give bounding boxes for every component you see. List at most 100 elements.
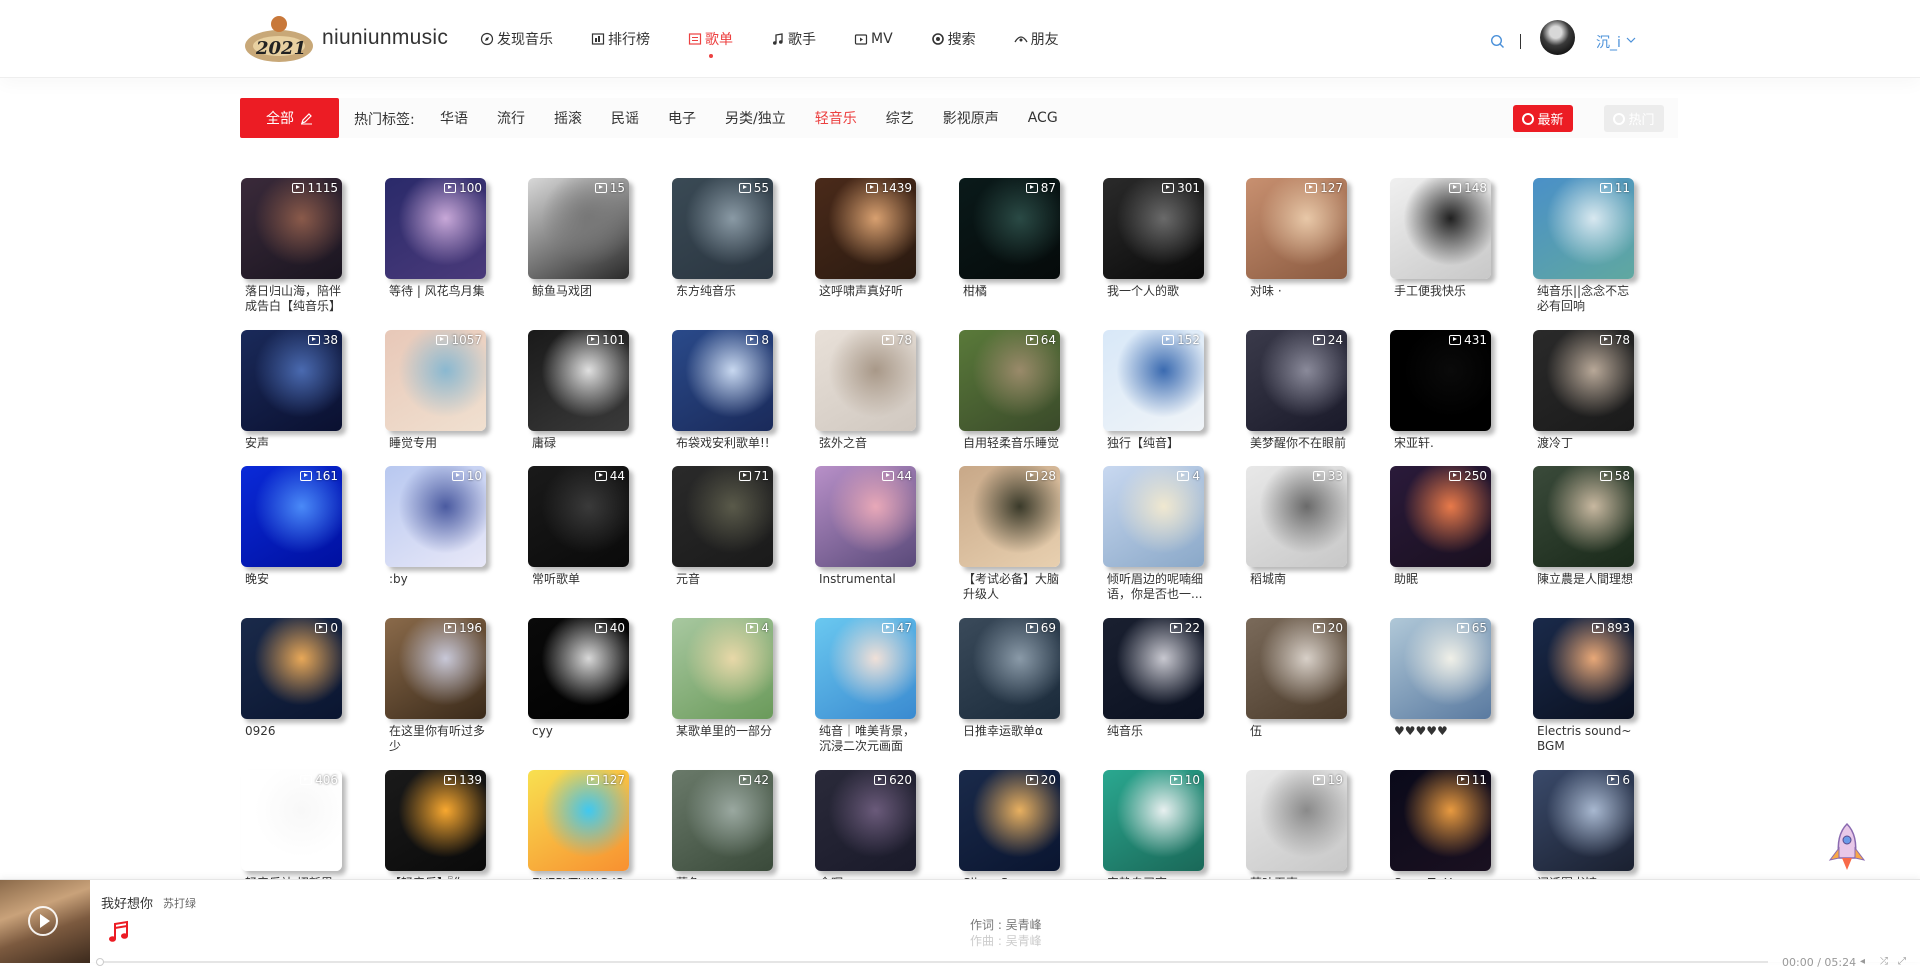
playlist-title[interactable]: :by <box>385 572 491 602</box>
playlist-cover[interactable]: 6 <box>1533 770 1634 871</box>
playlist-card[interactable]: 33 稻城南 <box>1246 466 1347 602</box>
playlist-title[interactable]: 睡觉专用 <box>385 436 491 466</box>
playlist-cover[interactable]: 15 <box>528 178 629 279</box>
playlist-card[interactable]: 20 伍 <box>1246 618 1347 754</box>
playlist-cover[interactable]: 65 <box>1390 618 1491 719</box>
tag-item[interactable]: 电子 <box>668 108 696 128</box>
playlist-cover[interactable]: 20 <box>959 770 1060 871</box>
playlist-card[interactable]: 1057 睡觉专用 <box>385 330 486 466</box>
nav-playlist[interactable]: 歌单 <box>688 29 733 58</box>
playlist-card[interactable]: 28 【考试必备】大脑升级人 <box>959 466 1060 602</box>
playlist-title[interactable]: 独行【纯音】 <box>1103 436 1209 466</box>
loop-icon[interactable]: ⤮ <box>1880 957 1892 967</box>
playlist-cover[interactable]: 152 <box>1103 330 1204 431</box>
playlist-cover[interactable]: 11 <box>1390 770 1491 871</box>
nav-singer[interactable]: 歌手 <box>771 29 816 49</box>
playlist-card[interactable]: 1439 这呼啸声真好听 <box>815 178 916 314</box>
playlist-cover[interactable]: 301 <box>1103 178 1204 279</box>
playlist-cover[interactable]: 58 <box>1533 466 1634 567</box>
playlist-cover[interactable]: 71 <box>672 466 773 567</box>
playlist-title[interactable]: 助眠 <box>1390 572 1496 602</box>
playlist-card[interactable]: 4 某歌单里的一部分 <box>672 618 773 754</box>
search-icon[interactable] <box>1490 34 1505 49</box>
playlist-cover[interactable]: 40 <box>528 618 629 719</box>
playlist-card[interactable]: 0 0926 <box>241 618 342 754</box>
playlist-card[interactable]: 22 纯音乐 <box>1103 618 1204 754</box>
playlist-title[interactable]: Instrumental <box>815 572 921 602</box>
playlist-title[interactable]: 晚安 <box>241 572 347 602</box>
user-avatar[interactable] <box>1540 20 1575 55</box>
play-button[interactable] <box>28 906 58 936</box>
playlist-card[interactable]: 152 独行【纯音】 <box>1103 330 1204 466</box>
playlist-title[interactable]: 庸碌 <box>528 436 634 466</box>
playlist-card[interactable]: 8 布袋戏安利歌单!! <box>672 330 773 466</box>
playlist-cover[interactable]: 100 <box>385 178 486 279</box>
playlist-title[interactable]: 常听歌单 <box>528 572 634 602</box>
playlist-cover[interactable]: 127 <box>1246 178 1347 279</box>
playlist-cover[interactable]: 44 <box>815 466 916 567</box>
playlist-cover[interactable]: 139 <box>385 770 486 871</box>
nav-search[interactable]: 搜索 <box>931 29 976 49</box>
playlist-cover[interactable]: 47 <box>815 618 916 719</box>
playlist-cover[interactable]: 22 <box>1103 618 1204 719</box>
sort-newest-button[interactable]: 最新 <box>1513 105 1573 132</box>
sort-hottest-button[interactable]: 热门 <box>1604 105 1664 132</box>
tag-item-active[interactable]: 轻音乐 <box>815 108 857 128</box>
music-note-icon[interactable] <box>108 920 130 944</box>
playlist-card[interactable]: 127 对味 · <box>1246 178 1347 314</box>
playlist-cover[interactable]: 19 <box>1246 770 1347 871</box>
playlist-title[interactable]: 稻城南 <box>1246 572 1352 602</box>
playlist-cover[interactable]: 78 <box>815 330 916 431</box>
playlist-cover[interactable]: 10 <box>1103 770 1204 871</box>
playlist-cover[interactable]: 8 <box>672 330 773 431</box>
playlist-cover[interactable]: 4 <box>1103 466 1204 567</box>
tag-item[interactable]: 摇滚 <box>554 108 582 128</box>
playlist-title[interactable]: cyy <box>528 724 634 754</box>
progress-handle[interactable] <box>96 958 104 966</box>
tag-item[interactable]: 流行 <box>497 108 525 128</box>
playlist-cover[interactable]: 87 <box>959 178 1060 279</box>
playlist-cover[interactable]: 101 <box>528 330 629 431</box>
all-categories-button[interactable]: 全部 <box>240 98 339 138</box>
playlist-cover[interactable]: 893 <box>1533 618 1634 719</box>
playlist-title[interactable]: 弦外之音 <box>815 436 921 466</box>
playlist-cover[interactable]: 127 <box>528 770 629 871</box>
playlist-cover[interactable]: 196 <box>385 618 486 719</box>
brand-name[interactable]: niuniunmusic <box>322 26 448 50</box>
playlist-title[interactable]: 日推幸运歌单α <box>959 724 1065 754</box>
tag-item[interactable]: 民谣 <box>611 108 639 128</box>
playlist-title[interactable]: 布袋戏安利歌单!! <box>672 436 778 466</box>
playlist-card[interactable]: 64 自用轻柔音乐睡觉 <box>959 330 1060 466</box>
playlist-title[interactable]: 鲸鱼马戏团 <box>528 284 634 314</box>
playlist-title[interactable]: 纯音乐||念念不忘必有回响 <box>1533 284 1639 314</box>
playlist-title[interactable]: 元音 <box>672 572 778 602</box>
playlist-title[interactable]: 柑橘 <box>959 284 1065 314</box>
playlist-cover[interactable]: 161 <box>241 466 342 567</box>
playlist-cover[interactable]: 4 <box>672 618 773 719</box>
playlist-card[interactable]: 44 常听歌单 <box>528 466 629 602</box>
playlist-card[interactable]: 15 鲸鱼马戏团 <box>528 178 629 314</box>
playlist-cover[interactable]: 78 <box>1533 330 1634 431</box>
playlist-cover[interactable]: 28 <box>959 466 1060 567</box>
playlist-cover[interactable]: 0 <box>241 618 342 719</box>
playlist-card[interactable]: 69 日推幸运歌单α <box>959 618 1060 754</box>
tag-item[interactable]: 影视原声 <box>943 108 999 128</box>
playlist-cover[interactable]: 1439 <box>815 178 916 279</box>
playlist-title[interactable]: 东方纯音乐 <box>672 284 778 314</box>
playlist-card[interactable]: 24 美梦醒你不在眼前 <box>1246 330 1347 466</box>
playlist-cover[interactable]: 250 <box>1390 466 1491 567</box>
playlist-title[interactable]: 在这里你有听过多少 <box>385 724 491 754</box>
tag-item[interactable]: 另类/独立 <box>725 108 786 128</box>
playlist-cover[interactable]: 11 <box>1533 178 1634 279</box>
playlist-title[interactable]: 伍 <box>1246 724 1352 754</box>
playlist-title[interactable]: ♥♥♥♥♥ <box>1390 724 1496 754</box>
playlist-card[interactable]: 10:by <box>385 466 486 602</box>
playlist-cover[interactable]: 406 <box>241 770 342 871</box>
playlist-title[interactable]: 自用轻柔音乐睡觉 <box>959 436 1065 466</box>
playlist-card[interactable]: 301 我一个人的歌 <box>1103 178 1204 314</box>
playlist-cover[interactable]: 69 <box>959 618 1060 719</box>
playlist-card[interactable]: 47 纯音｜唯美背景，沉浸二次元画面 <box>815 618 916 754</box>
playlist-cover[interactable]: 44 <box>528 466 629 567</box>
playlist-card[interactable]: 55 东方纯音乐 <box>672 178 773 314</box>
playlist-title[interactable]: 渡冷丁 <box>1533 436 1639 466</box>
